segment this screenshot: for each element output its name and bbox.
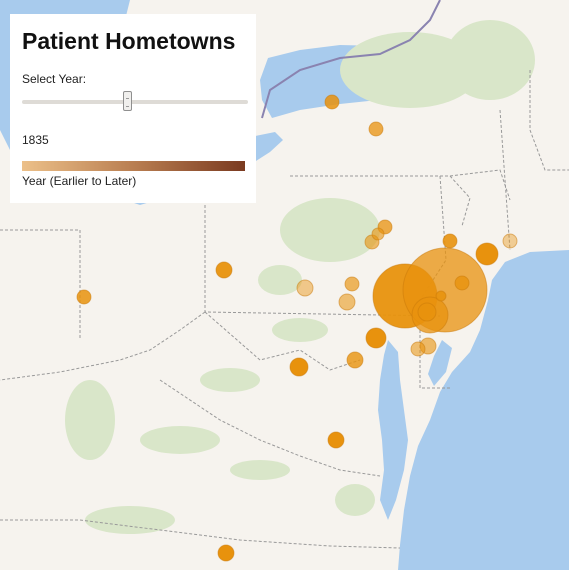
hometown-marker[interactable] xyxy=(338,293,356,311)
hometown-marker[interactable] xyxy=(475,242,499,266)
hometown-marker[interactable] xyxy=(76,289,92,305)
hometown-marker[interactable] xyxy=(346,351,364,369)
hometown-marker[interactable] xyxy=(454,275,470,291)
hometown-marker[interactable] xyxy=(502,233,518,249)
hometown-marker[interactable] xyxy=(215,261,233,279)
hometown-marker[interactable] xyxy=(289,357,309,377)
hometown-marker[interactable] xyxy=(365,327,387,349)
year-slider[interactable] xyxy=(22,90,248,114)
hometown-marker[interactable] xyxy=(296,279,314,297)
hometown-marker[interactable] xyxy=(435,290,447,302)
hometown-marker[interactable] xyxy=(217,544,235,562)
slider-track[interactable] xyxy=(22,100,248,104)
select-year-label: Select Year: xyxy=(22,72,87,86)
year-color-legend xyxy=(22,161,245,171)
legend-gradient xyxy=(22,161,245,171)
hometown-marker[interactable] xyxy=(327,431,345,449)
selected-year: 1835 xyxy=(22,133,49,147)
hometown-marker[interactable] xyxy=(368,121,384,137)
hometown-marker[interactable] xyxy=(344,276,360,292)
hometown-marker[interactable] xyxy=(371,227,385,241)
slider-thumb[interactable] xyxy=(123,91,133,111)
hometown-marker[interactable] xyxy=(410,341,426,357)
page-title: Patient Hometowns xyxy=(22,28,236,54)
control-panel: Patient Hometowns Select Year: 1835 Year… xyxy=(10,14,256,203)
legend-label: Year (Earlier to Later) xyxy=(22,174,137,188)
hometown-marker[interactable] xyxy=(417,302,437,322)
hometown-marker[interactable] xyxy=(324,94,340,110)
hometown-marker[interactable] xyxy=(442,233,458,249)
